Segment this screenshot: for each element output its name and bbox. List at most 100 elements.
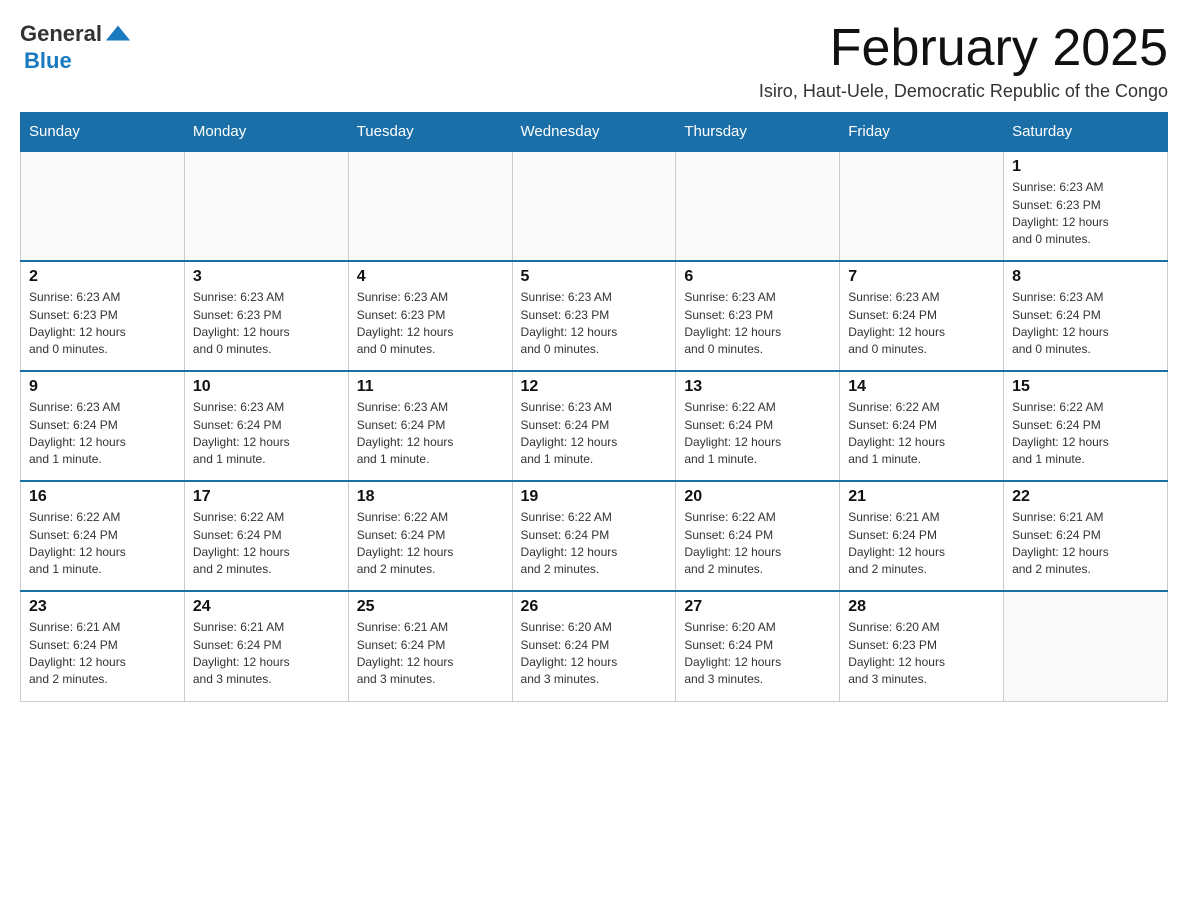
- calendar-cell: 2 Sunrise: 6:23 AM Sunset: 6:23 PM Daylig…: [21, 261, 185, 371]
- calendar-cell: 17 Sunrise: 6:22 AM Sunset: 6:24 PM Dayli…: [184, 481, 348, 591]
- calendar-cell: [676, 151, 840, 261]
- calendar-cell: 15 Sunrise: 6:22 AM Sunset: 6:24 PM Dayli…: [1004, 371, 1168, 481]
- calendar-cell: [1004, 591, 1168, 701]
- day-number: 4: [357, 268, 504, 286]
- day-info: Sunrise: 6:22 AM Sunset: 6:24 PM Dayligh…: [684, 399, 831, 469]
- day-number: 23: [29, 598, 176, 616]
- day-info: Sunrise: 6:23 AM Sunset: 6:23 PM Dayligh…: [1012, 179, 1159, 249]
- day-info: Sunrise: 6:23 AM Sunset: 6:23 PM Dayligh…: [193, 289, 340, 359]
- day-number: 18: [357, 488, 504, 506]
- day-number: 7: [848, 268, 995, 286]
- calendar-cell: 3 Sunrise: 6:23 AM Sunset: 6:23 PM Daylig…: [184, 261, 348, 371]
- day-info: Sunrise: 6:21 AM Sunset: 6:24 PM Dayligh…: [29, 619, 176, 689]
- title-section: February 2025 Isiro, Haut-Uele, Democrat…: [759, 20, 1168, 102]
- day-number: 24: [193, 598, 340, 616]
- day-info: Sunrise: 6:23 AM Sunset: 6:24 PM Dayligh…: [29, 399, 176, 469]
- day-info: Sunrise: 6:23 AM Sunset: 6:23 PM Dayligh…: [521, 289, 668, 359]
- day-info: Sunrise: 6:23 AM Sunset: 6:24 PM Dayligh…: [848, 289, 995, 359]
- calendar-cell: 24 Sunrise: 6:21 AM Sunset: 6:24 PM Dayli…: [184, 591, 348, 701]
- calendar-cell: 23 Sunrise: 6:21 AM Sunset: 6:24 PM Dayli…: [21, 591, 185, 701]
- calendar-cell: 27Sunrise: 6:20 AM Sunset: 6:24 PM Dayli…: [676, 591, 840, 701]
- header-monday: Monday: [184, 113, 348, 152]
- calendar-cell: 9 Sunrise: 6:23 AM Sunset: 6:24 PM Daylig…: [21, 371, 185, 481]
- day-info: Sunrise: 6:20 AM Sunset: 6:23 PM Dayligh…: [848, 619, 995, 689]
- day-info: Sunrise: 6:23 AM Sunset: 6:23 PM Dayligh…: [684, 289, 831, 359]
- week-row-4: 23 Sunrise: 6:21 AM Sunset: 6:24 PM Dayli…: [21, 591, 1168, 701]
- calendar-header-row: SundayMondayTuesdayWednesdayThursdayFrid…: [21, 113, 1168, 152]
- day-number: 14: [848, 378, 995, 396]
- calendar-cell: 1 Sunrise: 6:23 AM Sunset: 6:23 PM Daylig…: [1004, 151, 1168, 261]
- day-info: Sunrise: 6:23 AM Sunset: 6:24 PM Dayligh…: [357, 399, 504, 469]
- day-number: 1: [1012, 158, 1159, 176]
- calendar-cell: 20 Sunrise: 6:22 AM Sunset: 6:24 PM Dayli…: [676, 481, 840, 591]
- calendar-cell: [348, 151, 512, 261]
- calendar-table: SundayMondayTuesdayWednesdayThursdayFrid…: [20, 112, 1168, 702]
- day-number: 26: [521, 598, 668, 616]
- calendar-cell: 22 Sunrise: 6:21 AM Sunset: 6:24 PM Dayli…: [1004, 481, 1168, 591]
- calendar-cell: 10 Sunrise: 6:23 AM Sunset: 6:24 PM Dayli…: [184, 371, 348, 481]
- day-info: Sunrise: 6:22 AM Sunset: 6:24 PM Dayligh…: [521, 509, 668, 579]
- day-number: 6: [684, 268, 831, 286]
- day-info: Sunrise: 6:22 AM Sunset: 6:24 PM Dayligh…: [29, 509, 176, 579]
- day-info: Sunrise: 6:22 AM Sunset: 6:24 PM Dayligh…: [1012, 399, 1159, 469]
- day-number: 16: [29, 488, 176, 506]
- header-thursday: Thursday: [676, 113, 840, 152]
- calendar-cell: 7 Sunrise: 6:23 AM Sunset: 6:24 PM Daylig…: [840, 261, 1004, 371]
- header-saturday: Saturday: [1004, 113, 1168, 152]
- day-info: Sunrise: 6:23 AM Sunset: 6:24 PM Dayligh…: [521, 399, 668, 469]
- day-info: Sunrise: 6:22 AM Sunset: 6:24 PM Dayligh…: [684, 509, 831, 579]
- week-row-3: 16 Sunrise: 6:22 AM Sunset: 6:24 PM Dayli…: [21, 481, 1168, 591]
- day-number: 17: [193, 488, 340, 506]
- day-info: Sunrise: 6:22 AM Sunset: 6:24 PM Dayligh…: [848, 399, 995, 469]
- calendar-cell: 28 Sunrise: 6:20 AM Sunset: 6:23 PM Dayli…: [840, 591, 1004, 701]
- header-sunday: Sunday: [21, 113, 185, 152]
- day-number: 28: [848, 598, 995, 616]
- day-info: Sunrise: 6:23 AM Sunset: 6:24 PM Dayligh…: [193, 399, 340, 469]
- logo-icon: [104, 20, 132, 48]
- day-info: Sunrise: 6:21 AM Sunset: 6:24 PM Dayligh…: [357, 619, 504, 689]
- day-number: 27: [684, 598, 831, 616]
- day-info: Sunrise: 6:21 AM Sunset: 6:24 PM Dayligh…: [848, 509, 995, 579]
- day-number: 20: [684, 488, 831, 506]
- week-row-0: 1 Sunrise: 6:23 AM Sunset: 6:23 PM Daylig…: [21, 151, 1168, 261]
- logo: General Blue: [20, 20, 132, 74]
- calendar-cell: 11 Sunrise: 6:23 AM Sunset: 6:24 PM Dayli…: [348, 371, 512, 481]
- day-info: Sunrise: 6:23 AM Sunset: 6:23 PM Dayligh…: [29, 289, 176, 359]
- calendar-cell: 18Sunrise: 6:22 AM Sunset: 6:24 PM Dayli…: [348, 481, 512, 591]
- calendar-cell: 16 Sunrise: 6:22 AM Sunset: 6:24 PM Dayli…: [21, 481, 185, 591]
- calendar-cell: 5 Sunrise: 6:23 AM Sunset: 6:23 PM Daylig…: [512, 261, 676, 371]
- calendar-cell: 26Sunrise: 6:20 AM Sunset: 6:24 PM Dayli…: [512, 591, 676, 701]
- calendar-cell: 4Sunrise: 6:23 AM Sunset: 6:23 PM Daylig…: [348, 261, 512, 371]
- day-number: 5: [521, 268, 668, 286]
- calendar-cell: 14 Sunrise: 6:22 AM Sunset: 6:24 PM Dayli…: [840, 371, 1004, 481]
- day-number: 3: [193, 268, 340, 286]
- day-number: 12: [521, 378, 668, 396]
- subtitle: Isiro, Haut-Uele, Democratic Republic of…: [759, 81, 1168, 102]
- calendar-cell: 25 Sunrise: 6:21 AM Sunset: 6:24 PM Dayli…: [348, 591, 512, 701]
- header-wednesday: Wednesday: [512, 113, 676, 152]
- day-number: 21: [848, 488, 995, 506]
- day-number: 15: [1012, 378, 1159, 396]
- week-row-1: 2 Sunrise: 6:23 AM Sunset: 6:23 PM Daylig…: [21, 261, 1168, 371]
- header-area: General Blue February 2025 Isiro, Haut-U…: [20, 20, 1168, 102]
- day-info: Sunrise: 6:21 AM Sunset: 6:24 PM Dayligh…: [193, 619, 340, 689]
- day-number: 2: [29, 268, 176, 286]
- calendar-cell: 13 Sunrise: 6:22 AM Sunset: 6:24 PM Dayli…: [676, 371, 840, 481]
- day-number: 9: [29, 378, 176, 396]
- day-number: 25: [357, 598, 504, 616]
- calendar-cell: [512, 151, 676, 261]
- day-number: 8: [1012, 268, 1159, 286]
- logo-blue-text: Blue: [24, 48, 72, 74]
- day-info: Sunrise: 6:23 AM Sunset: 6:24 PM Dayligh…: [1012, 289, 1159, 359]
- day-number: 13: [684, 378, 831, 396]
- day-info: Sunrise: 6:21 AM Sunset: 6:24 PM Dayligh…: [1012, 509, 1159, 579]
- logo-general-text: General: [20, 21, 102, 47]
- calendar-cell: 8 Sunrise: 6:23 AM Sunset: 6:24 PM Daylig…: [1004, 261, 1168, 371]
- day-number: 10: [193, 378, 340, 396]
- calendar-cell: 21 Sunrise: 6:21 AM Sunset: 6:24 PM Dayli…: [840, 481, 1004, 591]
- calendar-cell: 12 Sunrise: 6:23 AM Sunset: 6:24 PM Dayli…: [512, 371, 676, 481]
- day-number: 11: [357, 378, 504, 396]
- day-info: Sunrise: 6:22 AM Sunset: 6:24 PM Dayligh…: [193, 509, 340, 579]
- calendar-cell: [21, 151, 185, 261]
- day-number: 22: [1012, 488, 1159, 506]
